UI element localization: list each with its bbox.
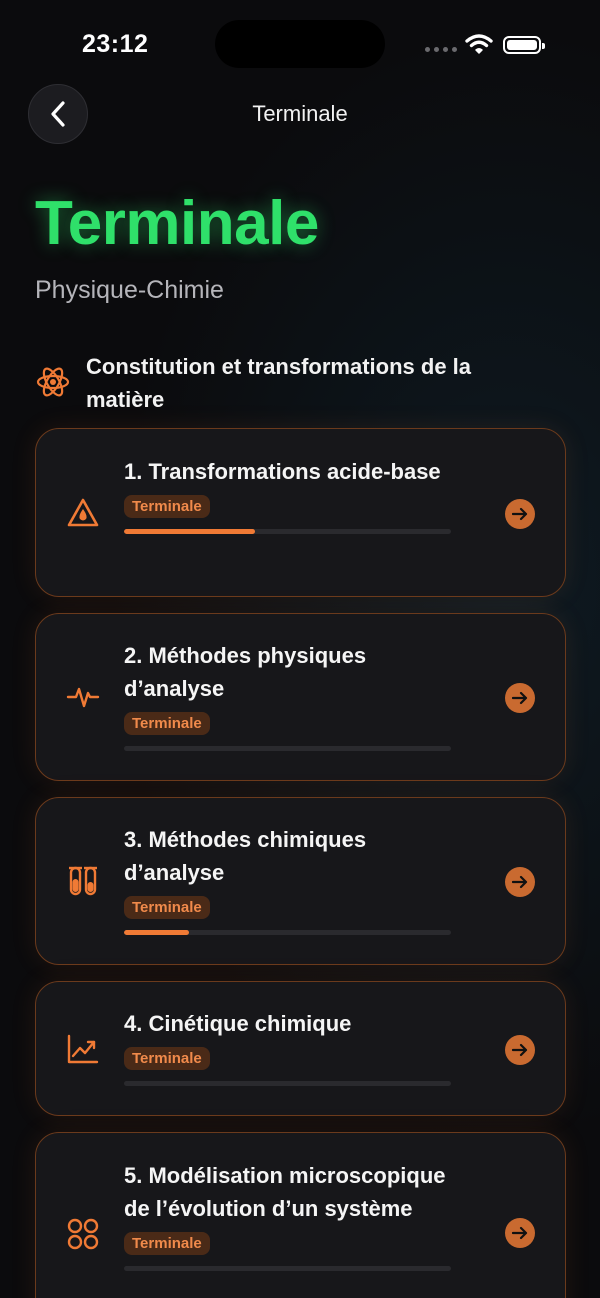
chapter-title: 3. Méthodes chimiques d’analyse	[124, 827, 367, 885]
arrow-right-icon	[512, 507, 528, 521]
chapter-title: 4. Cinétique chimique	[124, 1011, 352, 1036]
progress-track	[124, 746, 451, 751]
section-header: Constitution et transformations de la ma…	[35, 350, 486, 416]
chapter-card[interactable]: 1. Transformations acide-base Terminale	[35, 428, 566, 597]
open-chapter-button[interactable]	[505, 683, 535, 713]
drop-warning-icon	[67, 498, 99, 527]
chapter-card[interactable]: 5. Modélisation microscopique de l’évolu…	[35, 1132, 566, 1298]
progress-track	[124, 930, 451, 935]
progress-track	[124, 529, 451, 534]
arrow-right-icon	[512, 875, 528, 889]
arrow-right-icon	[512, 1226, 528, 1240]
level-badge: Terminale	[124, 1232, 210, 1255]
status-time: 23:12	[82, 30, 149, 58]
chapter-title: 5. Modélisation microscopique de l’évolu…	[124, 1163, 446, 1221]
wifi-icon	[465, 34, 493, 54]
open-chapter-button[interactable]	[505, 1218, 535, 1248]
cellular-signal-icon	[425, 47, 457, 52]
progress-track	[124, 1266, 451, 1271]
dynamic-island	[215, 20, 385, 68]
battery-icon	[503, 36, 545, 54]
chapter-title: 2. Méthodes physiques d’analyse	[124, 643, 367, 701]
screen: 23:12 Terminale Terminale Physique-Chimi…	[0, 0, 600, 1298]
level-badge: Terminale	[124, 896, 210, 919]
chapter-card[interactable]: 2. Méthodes physiques d’analyse Terminal…	[35, 613, 566, 781]
page-title: Terminale	[35, 189, 319, 258]
status-bar: 23:12	[0, 0, 600, 88]
atom-icon	[36, 367, 70, 397]
arrow-right-icon	[512, 1043, 528, 1057]
pulse-icon	[66, 687, 100, 708]
trend-chart-icon	[67, 1034, 99, 1064]
open-chapter-button[interactable]	[505, 499, 535, 529]
level-badge: Terminale	[124, 712, 210, 735]
chapter-title: 1. Transformations acide-base	[124, 459, 441, 484]
four-circles-icon	[67, 1218, 99, 1250]
open-chapter-button[interactable]	[505, 1035, 535, 1065]
test-tubes-icon	[69, 866, 97, 896]
page-subtitle: Physique-Chimie	[35, 276, 224, 304]
chapter-card[interactable]: 4. Cinétique chimique Terminale	[35, 981, 566, 1116]
arrow-right-icon	[512, 691, 528, 705]
section-title: Constitution et transformations de la ma…	[86, 354, 472, 412]
nav-title: Terminale	[252, 101, 348, 126]
level-badge: Terminale	[124, 495, 210, 518]
progress-track	[124, 1081, 451, 1086]
level-badge: Terminale	[124, 1047, 210, 1070]
progress-bar	[124, 930, 190, 935]
chapter-card[interactable]: 3. Méthodes chimiques d’analyse Terminal…	[35, 797, 566, 965]
progress-bar	[124, 529, 255, 534]
open-chapter-button[interactable]	[505, 867, 535, 897]
